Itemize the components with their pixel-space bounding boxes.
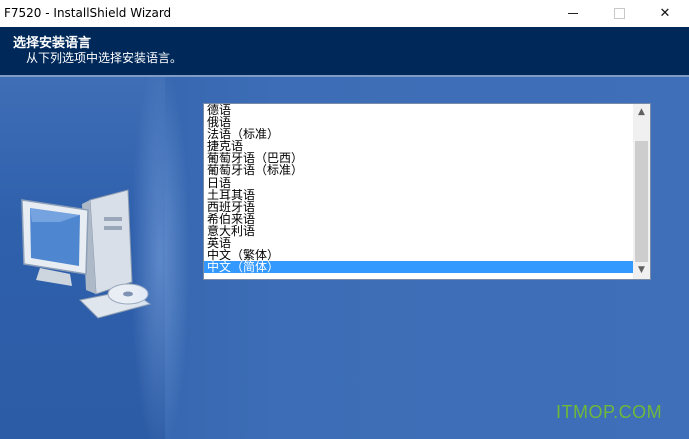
minimize-icon — [568, 13, 578, 14]
list-item[interactable]: 中文（繁体） — [204, 249, 633, 261]
maximize-button — [596, 0, 642, 27]
close-button[interactable]: ✕ — [642, 0, 688, 27]
list-item[interactable]: 土耳其语 — [204, 189, 633, 201]
list-item[interactable]: 捷克语 — [204, 140, 633, 152]
list-item[interactable]: 葡萄牙语（标准） — [204, 164, 633, 176]
header-subtitle: 从下列选项中选择安装语言。 — [26, 51, 183, 65]
maximize-icon — [613, 8, 625, 19]
list-item-selected[interactable]: 中文（简体） — [204, 261, 633, 274]
list-item[interactable]: 葡萄牙语（巴西） — [204, 152, 633, 164]
panel-glow — [130, 77, 190, 439]
list-item[interactable]: 法语（标准） — [204, 128, 633, 140]
list-item[interactable]: 日语 — [204, 177, 633, 189]
list-scrollbar[interactable]: ▲ ▼ — [633, 104, 650, 279]
wizard-header: 选择安装语言 从下列选项中选择安装语言。 — [0, 27, 689, 75]
list-item[interactable]: 德语 — [204, 104, 633, 116]
language-items: 德语 俄语 法语（标准） 捷克语 葡萄牙语（巴西） 葡萄牙语（标准） 日语 土耳… — [204, 104, 633, 274]
scroll-down-icon[interactable]: ▼ — [633, 262, 650, 279]
window-title: F7520 - InstallShield Wizard — [4, 6, 172, 20]
list-item[interactable]: 英语 — [204, 237, 633, 249]
wizard-body: 德语 俄语 法语（标准） 捷克语 葡萄牙语（巴西） 葡萄牙语（标准） 日语 土耳… — [0, 77, 689, 439]
list-item[interactable]: 俄语 — [204, 116, 633, 128]
minimize-button[interactable] — [550, 0, 596, 27]
language-listbox[interactable]: 德语 俄语 法语（标准） 捷克语 葡萄牙语（巴西） 葡萄牙语（标准） 日语 土耳… — [203, 103, 651, 280]
title-bar: F7520 - InstallShield Wizard ✕ — [0, 0, 689, 27]
scroll-up-icon[interactable]: ▲ — [633, 104, 650, 121]
list-item[interactable]: 西班牙语 — [204, 201, 633, 213]
watermark: ITMOP.COM — [556, 402, 663, 422]
list-item[interactable]: 意大利语 — [204, 225, 633, 237]
close-icon: ✕ — [659, 6, 671, 21]
scroll-thumb[interactable] — [635, 141, 648, 262]
list-item[interactable]: 希伯来语 — [204, 213, 633, 225]
